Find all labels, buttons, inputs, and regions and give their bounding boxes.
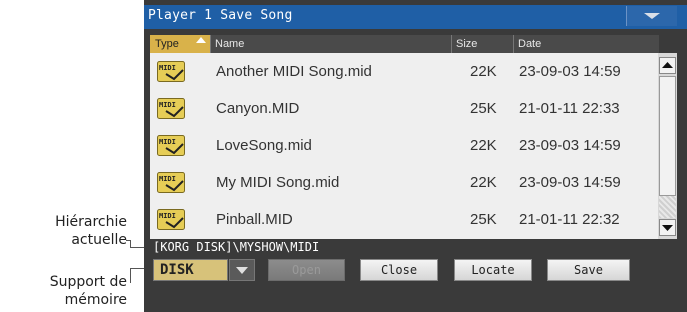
column-type-label: Type [155, 38, 179, 50]
list-item[interactable]: MIDI Canyon.MID 25K 21-01-11 22:33 [150, 90, 658, 127]
column-date[interactable]: Date [513, 35, 659, 53]
svg-text:MIDI: MIDI [159, 138, 176, 146]
scroll-thumb[interactable] [659, 76, 676, 196]
column-header: Type Name Size Date [150, 35, 659, 53]
file-date: 21-01-11 22:32 [519, 211, 620, 228]
file-date: 23-09-03 14:59 [519, 137, 621, 154]
page-menu-button[interactable] [626, 6, 677, 26]
save-song-panel: Player 1 Save Song Type Name Size Date M… [144, 0, 687, 312]
column-type[interactable]: Type [150, 35, 210, 53]
list-item[interactable]: MIDI LoveSong.mid 22K 23-09-03 14:59 [150, 127, 658, 164]
midi-file-icon: MIDI [157, 172, 185, 193]
file-name: LoveSong.mid [216, 137, 312, 154]
callout-leader-hierarchy [130, 240, 145, 248]
midi-file-icon: MIDI [157, 98, 185, 119]
file-name: My MIDI Song.mid [216, 174, 340, 191]
column-name[interactable]: Name [210, 35, 450, 53]
callout-line-2: mémoire [64, 292, 127, 308]
file-size: 22K [470, 63, 497, 80]
svg-text:MIDI: MIDI [159, 101, 176, 109]
save-button[interactable]: Save [547, 259, 630, 281]
sort-ascending-icon [196, 37, 206, 43]
callout-leader-storage [130, 268, 145, 283]
callout-storage-device: Support de mémoire [50, 273, 127, 309]
file-name: Pinball.MID [216, 211, 293, 228]
window-title: Player 1 Save Song [148, 8, 293, 23]
arrow-down-icon [662, 225, 673, 231]
open-button[interactable]: Open [268, 259, 345, 281]
file-size: 22K [470, 174, 497, 191]
scroll-up-button[interactable] [659, 57, 676, 74]
midi-file-icon: MIDI [157, 135, 185, 156]
list-item[interactable]: MIDI Another MIDI Song.mid 22K 23-09-03 … [150, 53, 658, 90]
callout-leader-hierarchy-stub [126, 240, 130, 241]
file-list: MIDI Another MIDI Song.mid 22K 23-09-03 … [150, 53, 658, 239]
chevron-down-icon [236, 267, 248, 274]
midi-file-icon: MIDI [157, 209, 185, 230]
close-button[interactable]: Close [360, 259, 438, 281]
current-path: [KORG DISK]\MYSHOW\MIDI [153, 240, 320, 254]
arrow-up-icon [662, 62, 673, 68]
title-bar: Player 1 Save Song [144, 5, 687, 29]
callout-current-hierarchy: Hiérarchie actuelle [55, 213, 127, 249]
file-size: 22K [470, 137, 497, 154]
callout-line-1: Support de [49, 274, 127, 290]
storage-device-dropdown-button[interactable] [229, 259, 255, 281]
scroll-track[interactable] [659, 196, 676, 218]
svg-text:MIDI: MIDI [159, 212, 176, 220]
file-date: 21-01-11 22:33 [519, 100, 620, 117]
locate-button[interactable]: Locate [454, 259, 532, 281]
svg-text:MIDI: MIDI [159, 64, 176, 72]
scroll-down-button[interactable] [659, 219, 676, 236]
file-size: 25K [470, 211, 497, 228]
callout-line-1: Hiérarchie [55, 214, 127, 230]
vertical-scrollbar[interactable] [658, 53, 677, 239]
svg-text:MIDI: MIDI [159, 175, 176, 183]
file-date: 23-09-03 14:59 [519, 174, 621, 191]
file-name: Another MIDI Song.mid [216, 63, 372, 80]
file-size: 25K [470, 100, 497, 117]
chevron-down-icon [644, 13, 660, 19]
storage-device-select[interactable]: DISK [153, 259, 228, 281]
list-item[interactable]: MIDI My MIDI Song.mid 22K 23-09-03 14:59 [150, 164, 658, 201]
file-name: Canyon.MID [216, 100, 300, 117]
callout-line-2: actuelle [71, 232, 127, 248]
list-item[interactable]: MIDI Pinball.MID 25K 21-01-11 22:32 [150, 201, 658, 238]
storage-device-value: DISK [160, 262, 194, 278]
column-size[interactable]: Size [451, 35, 513, 53]
midi-file-icon: MIDI [157, 61, 185, 82]
file-date: 23-09-03 14:59 [519, 63, 621, 80]
